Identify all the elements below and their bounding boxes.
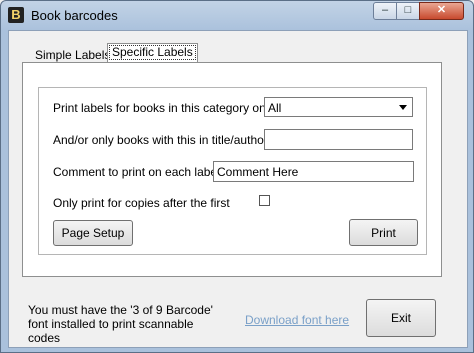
minimize-button[interactable]: – xyxy=(373,2,397,20)
font-notice: You must have the '3 of 9 Barcode' font … xyxy=(28,303,213,345)
comment-input[interactable] xyxy=(213,161,414,182)
title-author-label: And/or only books with this in title/aut… xyxy=(53,133,272,147)
close-icon: ✕ xyxy=(436,4,447,16)
page-setup-button[interactable]: Page Setup xyxy=(53,220,133,246)
category-select-value: All xyxy=(268,101,282,115)
title-bar[interactable]: B Book barcodes – □ ✕ xyxy=(1,1,473,29)
download-font-link[interactable]: Download font here xyxy=(245,313,349,327)
tab-specific-labels[interactable]: Specific Labels xyxy=(107,43,198,62)
close-button[interactable]: ✕ xyxy=(419,2,464,20)
app-icon: B xyxy=(8,7,24,23)
minimize-icon: – xyxy=(381,4,389,16)
print-button[interactable]: Print xyxy=(349,219,418,246)
maximize-button[interactable]: □ xyxy=(396,2,420,20)
title-author-input[interactable] xyxy=(264,129,413,150)
chevron-down-icon-shape xyxy=(399,105,407,110)
chevron-down-icon[interactable] xyxy=(395,99,411,115)
copies-checkbox[interactable] xyxy=(259,195,270,206)
category-label: Print labels for books in this category … xyxy=(53,101,278,115)
copies-label: Only print for copies after the first xyxy=(53,196,230,210)
category-select[interactable]: All xyxy=(264,97,413,117)
maximize-icon: □ xyxy=(404,4,412,16)
exit-button[interactable]: Exit xyxy=(366,299,436,337)
tab-simple-labels[interactable]: Simple Labels xyxy=(35,48,110,62)
comment-label: Comment to print on each label: xyxy=(53,165,224,179)
window-title: Book barcodes xyxy=(31,8,118,23)
